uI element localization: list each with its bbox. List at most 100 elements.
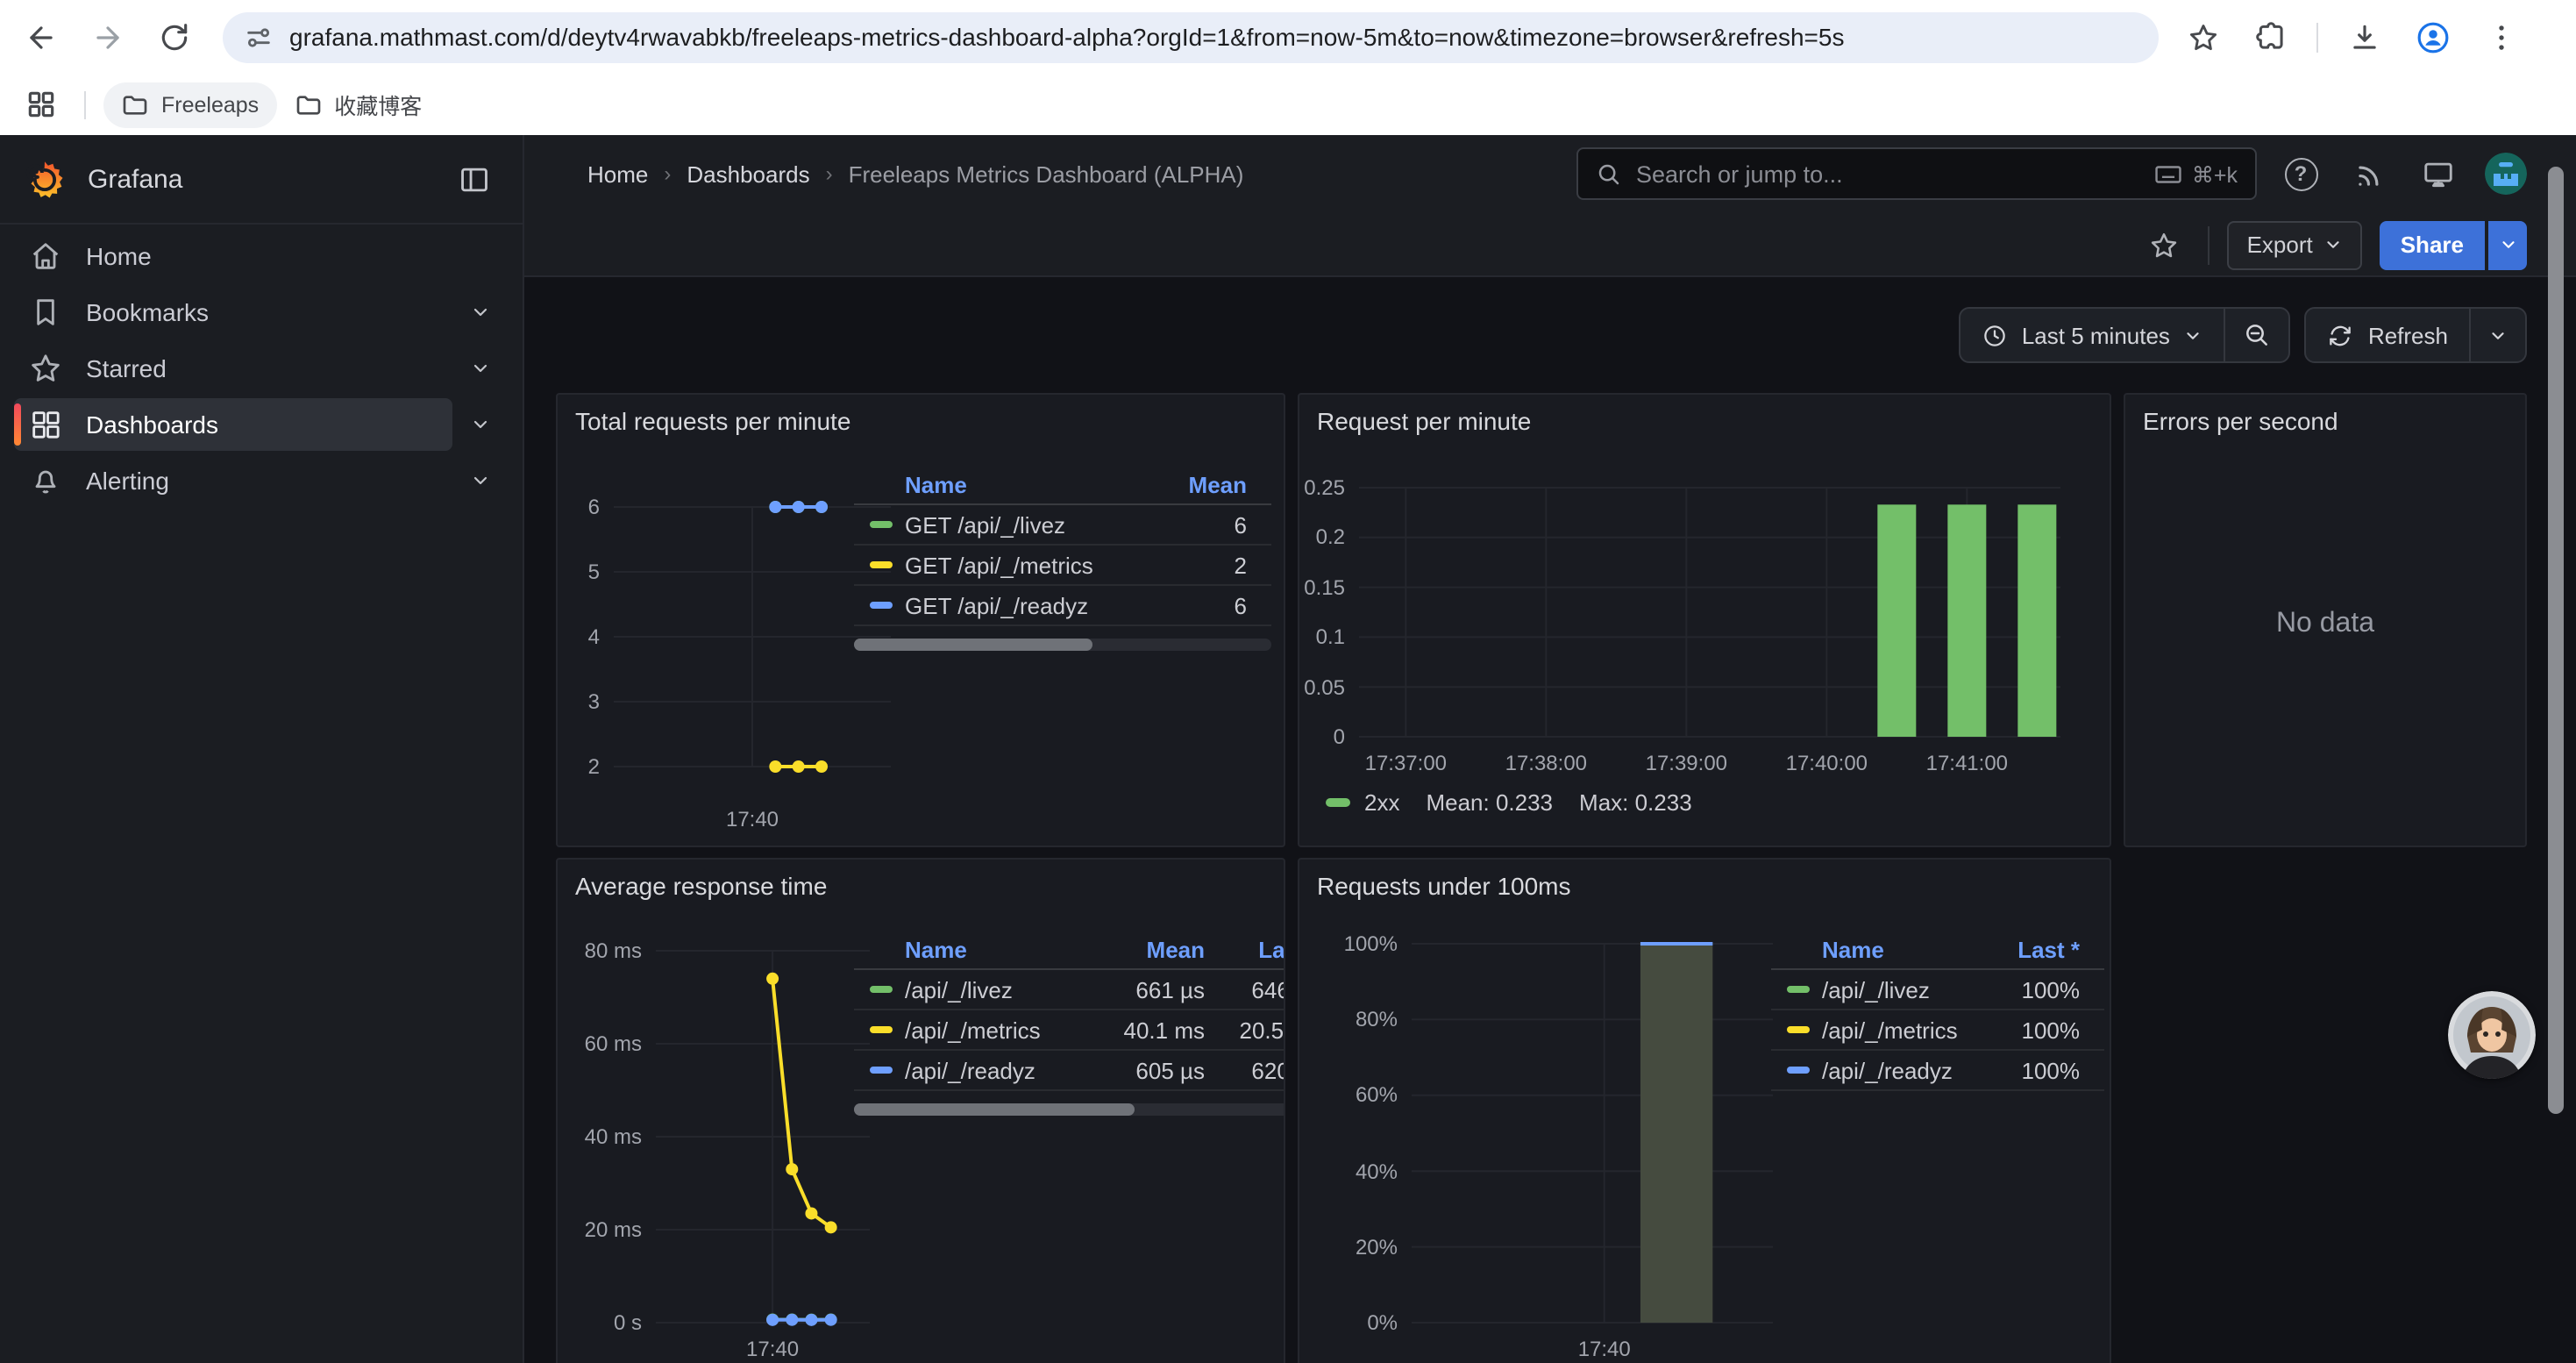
refresh-button[interactable]: Refresh [2307, 309, 2469, 361]
user-menu-button[interactable] [2480, 147, 2532, 200]
legend-row[interactable]: GET /api/_/livez 6 [854, 505, 1271, 546]
x-axis-tick: 17:40 [1578, 1337, 1631, 1361]
sidebar-item-label: Bookmarks [86, 298, 209, 326]
browser-menu-button[interactable] [2474, 11, 2527, 63]
y-axis-tick: 60% [1356, 1083, 1398, 1108]
panel-title[interactable]: Total requests per minute [575, 407, 850, 435]
y-axis-tick: 0.05 [1304, 674, 1345, 699]
help-button[interactable]: ? [2274, 147, 2327, 200]
breadcrumb-dashboards[interactable]: Dashboards [687, 161, 809, 187]
forward-button[interactable] [81, 11, 133, 63]
legend-row[interactable]: GET /api/_/readyz 6 [854, 586, 1271, 626]
request-per-minute-chart[interactable]: 0.250.20.150.10.05017:37:0017:38:0017:39… [1359, 488, 2060, 737]
total-requests-chart[interactable]: 6543217:40 [614, 507, 891, 767]
legend-row[interactable]: /api/_/readyz 100% [1771, 1051, 2104, 1091]
time-range-picker[interactable]: Last 5 minutes [1960, 309, 2224, 361]
page-scrollbar[interactable] [2546, 135, 2565, 1363]
panel-title[interactable]: Requests under 100ms [1317, 872, 1571, 900]
y-axis-tick: 80 ms [585, 938, 642, 963]
legend-row[interactable]: /api/_/metrics 100% [1771, 1010, 2104, 1051]
legend-row[interactable]: /api/_/readyz 605 µs 620 µs [854, 1051, 1285, 1091]
y-axis-tick: 2 [588, 754, 600, 779]
url-input[interactable] [289, 23, 2138, 51]
share-split-button: Share [2380, 220, 2527, 269]
requests-under-100ms-chart[interactable]: 100%80%60%40%20%0%17:40 [1412, 944, 1773, 1323]
back-button[interactable] [14, 11, 67, 63]
x-axis-tick: 17:40 [726, 807, 779, 831]
chevron-down-icon [470, 414, 491, 435]
legend-header: Name Mean Last * [854, 931, 1285, 970]
series-swatch [1326, 798, 1350, 807]
expand-starred-button[interactable] [452, 342, 509, 395]
bookmark-star-button[interactable] [2176, 11, 2229, 63]
browser-toolbar [0, 0, 2576, 74]
y-axis-tick: 0% [1367, 1310, 1398, 1335]
series-swatch [870, 521, 893, 528]
profile-button[interactable] [2406, 11, 2459, 63]
breadcrumb-separator: › [826, 161, 833, 186]
sidebar-item-bookmarks[interactable]: Bookmarks [14, 286, 509, 339]
url-bar[interactable] [223, 11, 2159, 62]
panel-title[interactable]: Average response time [575, 872, 827, 900]
sidebar-item-dashboards[interactable]: Dashboards [14, 398, 509, 451]
legend-row[interactable]: /api/_/livez 661 µs 646 µs [854, 970, 1285, 1010]
panel-total-requests: Total requests per minute 6543217:40 Nam… [556, 393, 1285, 847]
grafana-logo [25, 159, 65, 199]
legend-row[interactable]: GET /api/_/metrics 2 [854, 546, 1271, 586]
panel-title[interactable]: Errors per second [2143, 407, 2338, 435]
y-axis-tick: 60 ms [585, 1031, 642, 1056]
scrollbar-thumb[interactable] [854, 1103, 1134, 1116]
legend-scrollbar[interactable] [854, 1103, 1285, 1116]
legend-scrollbar[interactable] [854, 639, 1271, 651]
panel-errors-per-second: Errors per second No data [2124, 393, 2527, 847]
sidebar-item-home[interactable]: Home [14, 230, 509, 282]
zoom-out-icon [2244, 321, 2272, 349]
bell-icon [28, 463, 63, 498]
toolbar-divider [2316, 22, 2318, 52]
time-controls: Last 5 minutes Refresh [1959, 307, 2527, 363]
sidebar-collapse-button[interactable] [449, 154, 498, 203]
panel-title[interactable]: Request per minute [1317, 407, 1531, 435]
favorite-dashboard-button[interactable] [2138, 218, 2191, 271]
series-swatch [870, 986, 893, 993]
downloads-button[interactable] [2338, 11, 2390, 63]
kiosk-mode-button[interactable] [2411, 147, 2464, 200]
share-button[interactable]: Share [2380, 220, 2485, 269]
bookmark-folder-freeleaps[interactable]: Freeleaps [103, 82, 276, 127]
expand-dashboards-button[interactable] [452, 398, 509, 451]
breadcrumb-home[interactable]: Home [587, 161, 648, 187]
extensions-puzzle-icon [2254, 20, 2288, 54]
scrollbar-thumb[interactable] [2548, 167, 2564, 1114]
chevron-down-icon [2184, 325, 2203, 345]
legend-table: Name Mean GET /api/_/livez 6 GET /api/_/… [854, 467, 1271, 651]
grafana-brand: Grafana [88, 164, 449, 194]
extensions-button[interactable] [2245, 11, 2297, 63]
breadcrumb-separator: › [664, 161, 671, 186]
legend-row[interactable]: /api/_/metrics 40.1 ms 20.5 ms [854, 1010, 1285, 1051]
panel-average-response-time: Average response time 80 ms60 ms40 ms20 … [556, 858, 1285, 1363]
news-button[interactable] [2343, 147, 2395, 200]
zoom-out-button[interactable] [2226, 309, 2289, 361]
expand-alerting-button[interactable] [452, 454, 509, 507]
expand-bookmarks-button[interactable] [452, 286, 509, 339]
legend-row[interactable]: /api/_/livez 100% [1771, 970, 2104, 1010]
star-icon [2149, 229, 2181, 260]
sidebar-item-alerting[interactable]: Alerting [14, 454, 509, 507]
apps-button[interactable] [18, 82, 63, 127]
average-response-time-chart[interactable]: 80 ms60 ms40 ms20 ms0 s17:40 [656, 951, 870, 1323]
refresh-interval-button[interactable] [2471, 309, 2525, 361]
series-swatch [870, 1026, 893, 1033]
search-input[interactable] [1636, 161, 2153, 187]
x-axis-tick: 17:40 [746, 1337, 799, 1361]
y-axis-tick: 0.2 [1316, 525, 1345, 550]
sidebar-item-starred[interactable]: Starred [14, 342, 509, 395]
site-info-icon[interactable] [244, 22, 274, 52]
share-menu-button[interactable] [2488, 220, 2527, 269]
legend-line[interactable]: 2xx Mean: 0.233 Max: 0.233 [1326, 789, 1719, 816]
bookmark-folder-blog[interactable]: 收藏博客 [276, 82, 439, 127]
scrollbar-thumb[interactable] [854, 639, 1092, 651]
export-button[interactable]: Export [2228, 220, 2362, 269]
search-bar[interactable]: ⌘+k [1576, 147, 2257, 200]
reload-button[interactable] [147, 11, 200, 63]
floating-assistant-avatar[interactable] [2448, 991, 2536, 1079]
